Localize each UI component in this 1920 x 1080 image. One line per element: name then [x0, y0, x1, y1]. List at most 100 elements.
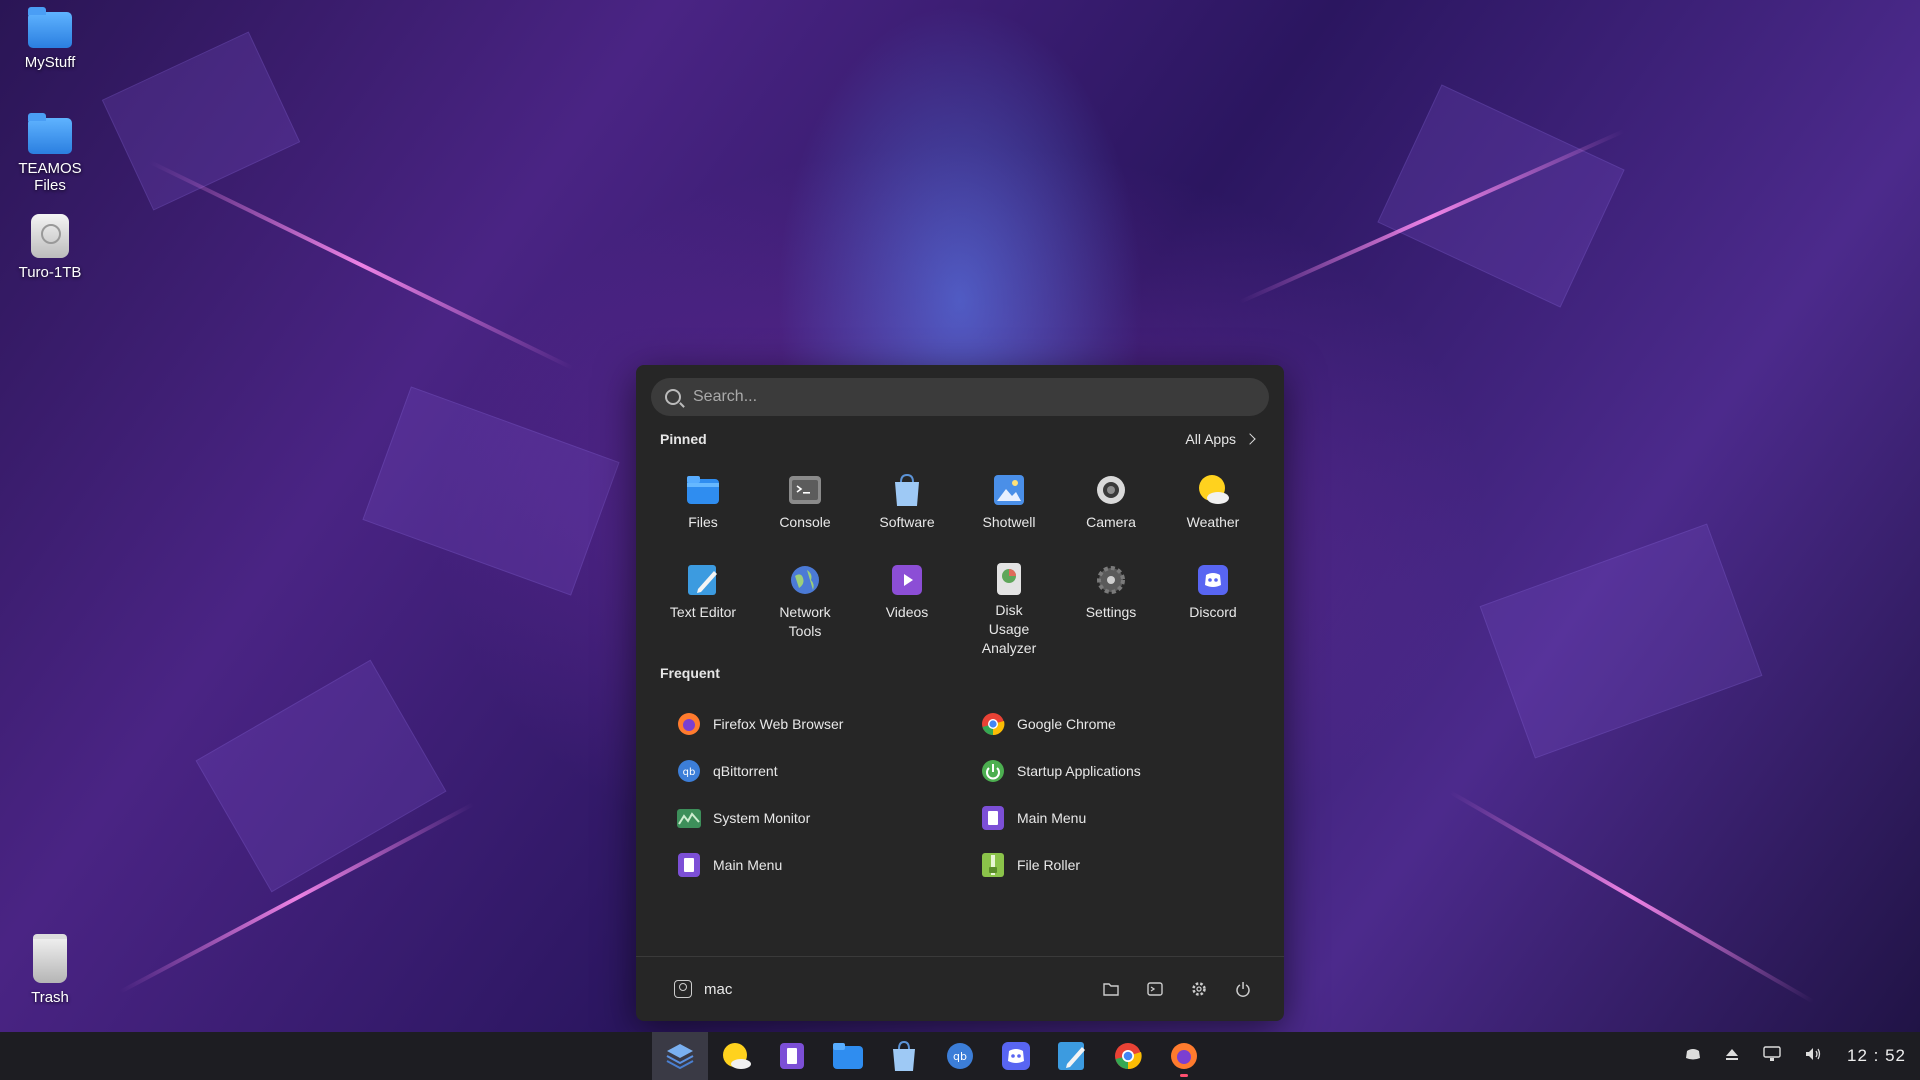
- frequent-title: Frequent: [660, 665, 720, 681]
- pinned-app-videos[interactable]: Videos: [856, 555, 958, 645]
- console-icon: [788, 473, 822, 507]
- pinned-app-discord[interactable]: Discord: [1162, 555, 1264, 645]
- text-editor-icon: [1058, 1042, 1085, 1070]
- settings-button[interactable]: [1188, 978, 1210, 1000]
- taskbar-app-main-menu[interactable]: [764, 1032, 820, 1080]
- wallpaper-light-streak: [149, 160, 574, 370]
- app-label: Videos: [885, 604, 929, 620]
- user-button[interactable]: mac: [674, 980, 732, 998]
- pinned-grid: Files Console Software Shotwell Camera W…: [652, 465, 1264, 656]
- folder-icon: [28, 113, 72, 154]
- taskbar-app-firefox[interactable]: [1156, 1032, 1212, 1080]
- startup-icon: [980, 758, 1006, 784]
- frequent-item-main-menu[interactable]: Main Menu: [980, 794, 1256, 841]
- network-tools-icon: [788, 563, 822, 597]
- frequent-label: Startup Applications: [1017, 762, 1141, 779]
- settings-icon: [1094, 563, 1128, 597]
- discord-icon: [1196, 563, 1230, 597]
- volume-icon: [1806, 1048, 1821, 1060]
- tray-eject-button[interactable]: [1725, 1047, 1739, 1065]
- all-apps-button[interactable]: All Apps: [1185, 431, 1256, 447]
- svg-text:qb: qb: [683, 767, 696, 778]
- app-label: Console: [779, 514, 831, 530]
- pinned-app-shotwell[interactable]: Shotwell: [958, 465, 1060, 555]
- main-menu-icon: [980, 805, 1006, 831]
- desktop-icon-mystuff[interactable]: MyStuff: [5, 7, 95, 71]
- weather-icon: [1196, 473, 1230, 507]
- user-avatar-icon: [674, 980, 692, 998]
- file-roller-icon: [980, 852, 1006, 878]
- running-indicator: [1180, 1074, 1188, 1077]
- all-apps-label: All Apps: [1185, 431, 1236, 447]
- pinned-app-network-tools[interactable]: Network Tools: [754, 555, 856, 645]
- pinned-title: Pinned: [660, 431, 707, 447]
- pinned-app-weather[interactable]: Weather: [1162, 465, 1264, 555]
- search-box[interactable]: [651, 378, 1269, 416]
- drive-icon: [31, 214, 69, 258]
- pinned-app-text-editor[interactable]: Text Editor: [652, 555, 754, 645]
- wallpaper-light-streak: [1449, 790, 1815, 1004]
- desktop-icon-teamos-files[interactable]: TEAMOS Files: [5, 113, 95, 194]
- software-icon: [890, 473, 924, 507]
- app-label: Shotwell: [982, 514, 1036, 530]
- app-label: Files: [688, 514, 718, 530]
- frequent-item-firefox[interactable]: Firefox Web Browser: [676, 700, 980, 747]
- folder-icon: [1103, 983, 1119, 996]
- tray-discord-button[interactable]: [1685, 1047, 1701, 1065]
- taskbar-app-files[interactable]: [820, 1032, 876, 1080]
- clock[interactable]: 12 : 52: [1847, 1046, 1906, 1066]
- wallpaper-panel: [1479, 523, 1763, 759]
- desktop-icon-trash[interactable]: Trash: [5, 934, 95, 1006]
- files-icon: [833, 1043, 863, 1069]
- taskbar-app-menu[interactable]: [652, 1032, 708, 1080]
- gear-icon: [1192, 982, 1206, 996]
- pinned-app-software[interactable]: Software: [856, 465, 958, 555]
- taskbar-app-discord[interactable]: [988, 1032, 1044, 1080]
- wallpaper-panel: [195, 659, 447, 893]
- terminal-icon: [1147, 982, 1163, 996]
- desktop-icon-turo-1tb[interactable]: Turo-1TB: [5, 214, 95, 281]
- chrome-icon: [1115, 1043, 1142, 1070]
- taskbar-app-qbittorrent[interactable]: qb: [932, 1032, 988, 1080]
- software-icon: [893, 1041, 915, 1071]
- frequent-item-startup-applications[interactable]: Startup Applications: [980, 747, 1256, 794]
- taskbar-app-text-editor[interactable]: [1044, 1032, 1100, 1080]
- weather-icon: [723, 1043, 751, 1069]
- frequent-item-main-menu[interactable]: Main Menu: [676, 841, 980, 888]
- power-icon: [1236, 982, 1250, 997]
- folder-button[interactable]: [1100, 978, 1122, 1000]
- disk-usage-icon: [992, 563, 1026, 595]
- desktop-icon-label: Trash: [31, 989, 69, 1006]
- frequent-list: Firefox Web Browser Google Chrome qb qBi…: [676, 700, 1256, 888]
- app-label: Software: [879, 514, 935, 530]
- frequent-item-system-monitor[interactable]: System Monitor: [676, 794, 980, 841]
- taskbar-app-software[interactable]: [876, 1032, 932, 1080]
- search-icon: [665, 389, 681, 405]
- taskbar-app-chrome[interactable]: [1100, 1032, 1156, 1080]
- tray-volume-button[interactable]: [1805, 1047, 1823, 1065]
- frequent-label: qBittorrent: [713, 762, 778, 779]
- pinned-app-console[interactable]: Console: [754, 465, 856, 555]
- frequent-label: Google Chrome: [1017, 715, 1116, 732]
- terminal-button[interactable]: [1144, 978, 1166, 1000]
- taskbar-app-weather[interactable]: [708, 1032, 764, 1080]
- frequent-label: System Monitor: [713, 809, 811, 826]
- firefox-icon: [1171, 1043, 1197, 1069]
- menu-footer: mac: [636, 956, 1284, 1021]
- app-label: Network Tools: [779, 604, 831, 639]
- pinned-app-settings[interactable]: Settings: [1060, 555, 1162, 645]
- chevron-right-icon: [1244, 433, 1256, 445]
- pinned-app-camera[interactable]: Camera: [1060, 465, 1162, 555]
- user-name: mac: [704, 980, 733, 998]
- search-input[interactable]: [691, 387, 1269, 407]
- discord-icon: [1686, 1049, 1700, 1060]
- pinned-app-disk-usage-analyzer[interactable]: Disk Usage Analyzer: [958, 555, 1060, 656]
- frequent-item-google-chrome[interactable]: Google Chrome: [980, 700, 1256, 747]
- frequent-item-file-roller[interactable]: File Roller: [980, 841, 1256, 888]
- pinned-app-files[interactable]: Files: [652, 465, 754, 555]
- tray-network-button[interactable]: [1763, 1046, 1781, 1066]
- wallpaper-panel: [362, 386, 620, 596]
- power-button[interactable]: [1232, 978, 1254, 1000]
- app-menu: Pinned All Apps Files Console Software S…: [636, 365, 1284, 1021]
- frequent-item-qbittorrent[interactable]: qb qBittorrent: [676, 747, 980, 794]
